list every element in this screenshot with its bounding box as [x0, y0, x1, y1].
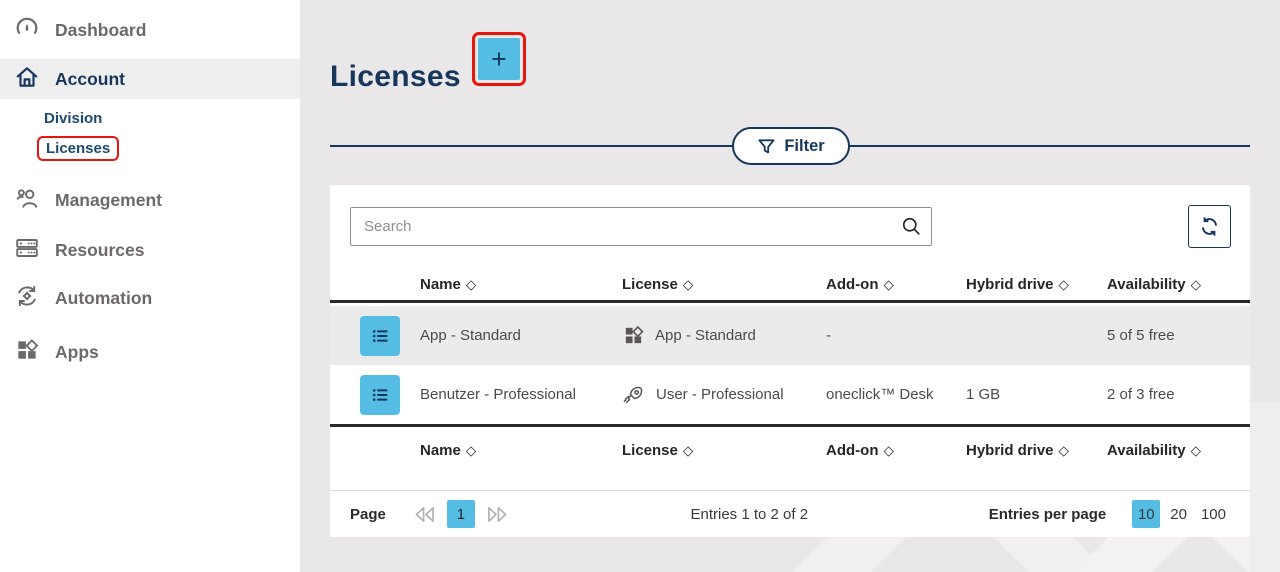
funnel-icon [757, 137, 776, 156]
page-label: Page [350, 506, 386, 523]
cell-name: Benutzer - Professional [420, 386, 622, 403]
entries-per-page-label: Entries per page [989, 506, 1107, 523]
refresh-button[interactable] [1188, 205, 1231, 248]
table-header-top: Name◇ License◇ Add-on◇ Hybrid drive◇ Ava… [330, 269, 1250, 303]
table-row: Benutzer - Professional User - Professio… [330, 365, 1250, 427]
entries-summary: Entries 1 to 2 of 2 [510, 506, 989, 523]
filter-button[interactable]: Filter [732, 127, 850, 165]
page-number-button[interactable]: 1 [447, 500, 475, 528]
column-header-name[interactable]: Name◇ [420, 442, 622, 459]
sort-icon: ◇ [878, 277, 893, 292]
apps-icon [14, 337, 40, 368]
server-icon [14, 235, 40, 266]
last-page-button[interactable] [484, 505, 510, 524]
cell-hybrid-drive: 1 GB [966, 386, 1107, 403]
sidebar-item-label: Account [55, 69, 125, 90]
sort-icon: ◇ [461, 443, 476, 458]
row-details-button[interactable] [360, 375, 400, 415]
sidebar-item-label: Automation [55, 288, 152, 309]
cell-addon: oneclick™ Desk [826, 386, 966, 403]
sidebar-item-dashboard[interactable]: Dashboard [0, 8, 300, 52]
row-details-button[interactable] [360, 316, 400, 356]
sidebar-item-resources[interactable]: Resources [0, 226, 300, 274]
cell-addon: - [826, 327, 966, 344]
sidebar-item-apps[interactable]: Apps [0, 328, 300, 376]
sidebar-item-account[interactable]: Account [0, 59, 300, 99]
list-icon [368, 383, 392, 407]
table-header-bottom: Name◇ License◇ Add-on◇ Hybrid drive◇ Ava… [330, 433, 1250, 467]
sidebar-item-management[interactable]: Management [0, 176, 300, 224]
add-license-button[interactable]: + [478, 38, 520, 80]
column-header-availability[interactable]: Availability◇ [1107, 276, 1250, 293]
sidebar-item-label: Resources [55, 240, 145, 261]
cell-license: App - Standard [622, 324, 826, 347]
sort-icon: ◇ [1186, 443, 1201, 458]
gauge-icon [14, 15, 40, 46]
column-header-availability[interactable]: Availability◇ [1107, 442, 1250, 459]
sort-icon: ◇ [678, 277, 693, 292]
annotation-box-licenses: Licenses [37, 136, 119, 161]
cell-license: User - Professional [622, 383, 826, 407]
cell-availability: 2 of 3 free [1107, 386, 1250, 403]
column-header-addon[interactable]: Add-on◇ [826, 442, 966, 459]
sort-icon: ◇ [1186, 277, 1201, 292]
column-header-addon[interactable]: Add-on◇ [826, 276, 966, 293]
sidebar-item-label: Apps [55, 342, 99, 363]
page-size-20[interactable]: 20 [1166, 506, 1191, 523]
automation-icon [14, 283, 40, 314]
search-field [350, 207, 932, 246]
main-content: Licenses + Filter Name◇ License◇ Add-on◇ [300, 0, 1280, 572]
search-input[interactable] [350, 207, 932, 246]
list-icon [368, 324, 392, 348]
sort-icon: ◇ [461, 277, 476, 292]
home-icon [14, 64, 40, 95]
sort-icon: ◇ [1054, 443, 1069, 458]
pagination-bar: Page 1 Entries 1 to 2 of 2 Entries per p… [330, 491, 1250, 537]
column-header-license[interactable]: License◇ [622, 276, 826, 293]
first-page-button[interactable] [412, 505, 438, 524]
annotation-box-add: + [472, 32, 526, 86]
page-size-100[interactable]: 100 [1197, 506, 1230, 523]
sidebar-item-automation[interactable]: Automation [0, 274, 300, 322]
sort-icon: ◇ [678, 443, 693, 458]
column-header-hybrid-drive[interactable]: Hybrid drive◇ [966, 276, 1107, 293]
rocket-icon [622, 383, 646, 407]
search-icon[interactable] [900, 215, 923, 243]
licenses-table-card: Name◇ License◇ Add-on◇ Hybrid drive◇ Ava… [330, 185, 1250, 537]
sort-icon: ◇ [878, 443, 893, 458]
page-title: Licenses [330, 60, 461, 94]
apps-icon [622, 324, 645, 347]
cell-name: App - Standard [420, 327, 622, 344]
sync-icon [1197, 214, 1222, 239]
column-header-license[interactable]: License◇ [622, 442, 826, 459]
sort-icon: ◇ [1054, 277, 1069, 292]
cell-availability: 5 of 5 free [1107, 327, 1250, 344]
sidebar-item-licenses[interactable]: Licenses [46, 140, 110, 157]
sidebar-item-division[interactable]: Division [44, 110, 102, 127]
sidebar-item-label: Management [55, 190, 162, 211]
table-row: App - Standard App - Standard - 5 of 5 f… [330, 306, 1250, 365]
column-header-name[interactable]: Name◇ [420, 276, 622, 293]
sidebar-item-label: Dashboard [55, 20, 146, 41]
people-icon [14, 185, 40, 216]
column-header-hybrid-drive[interactable]: Hybrid drive◇ [966, 442, 1107, 459]
sidebar: Dashboard Account Division Licenses Mana… [0, 0, 300, 572]
page-size-10[interactable]: 10 [1132, 500, 1160, 528]
